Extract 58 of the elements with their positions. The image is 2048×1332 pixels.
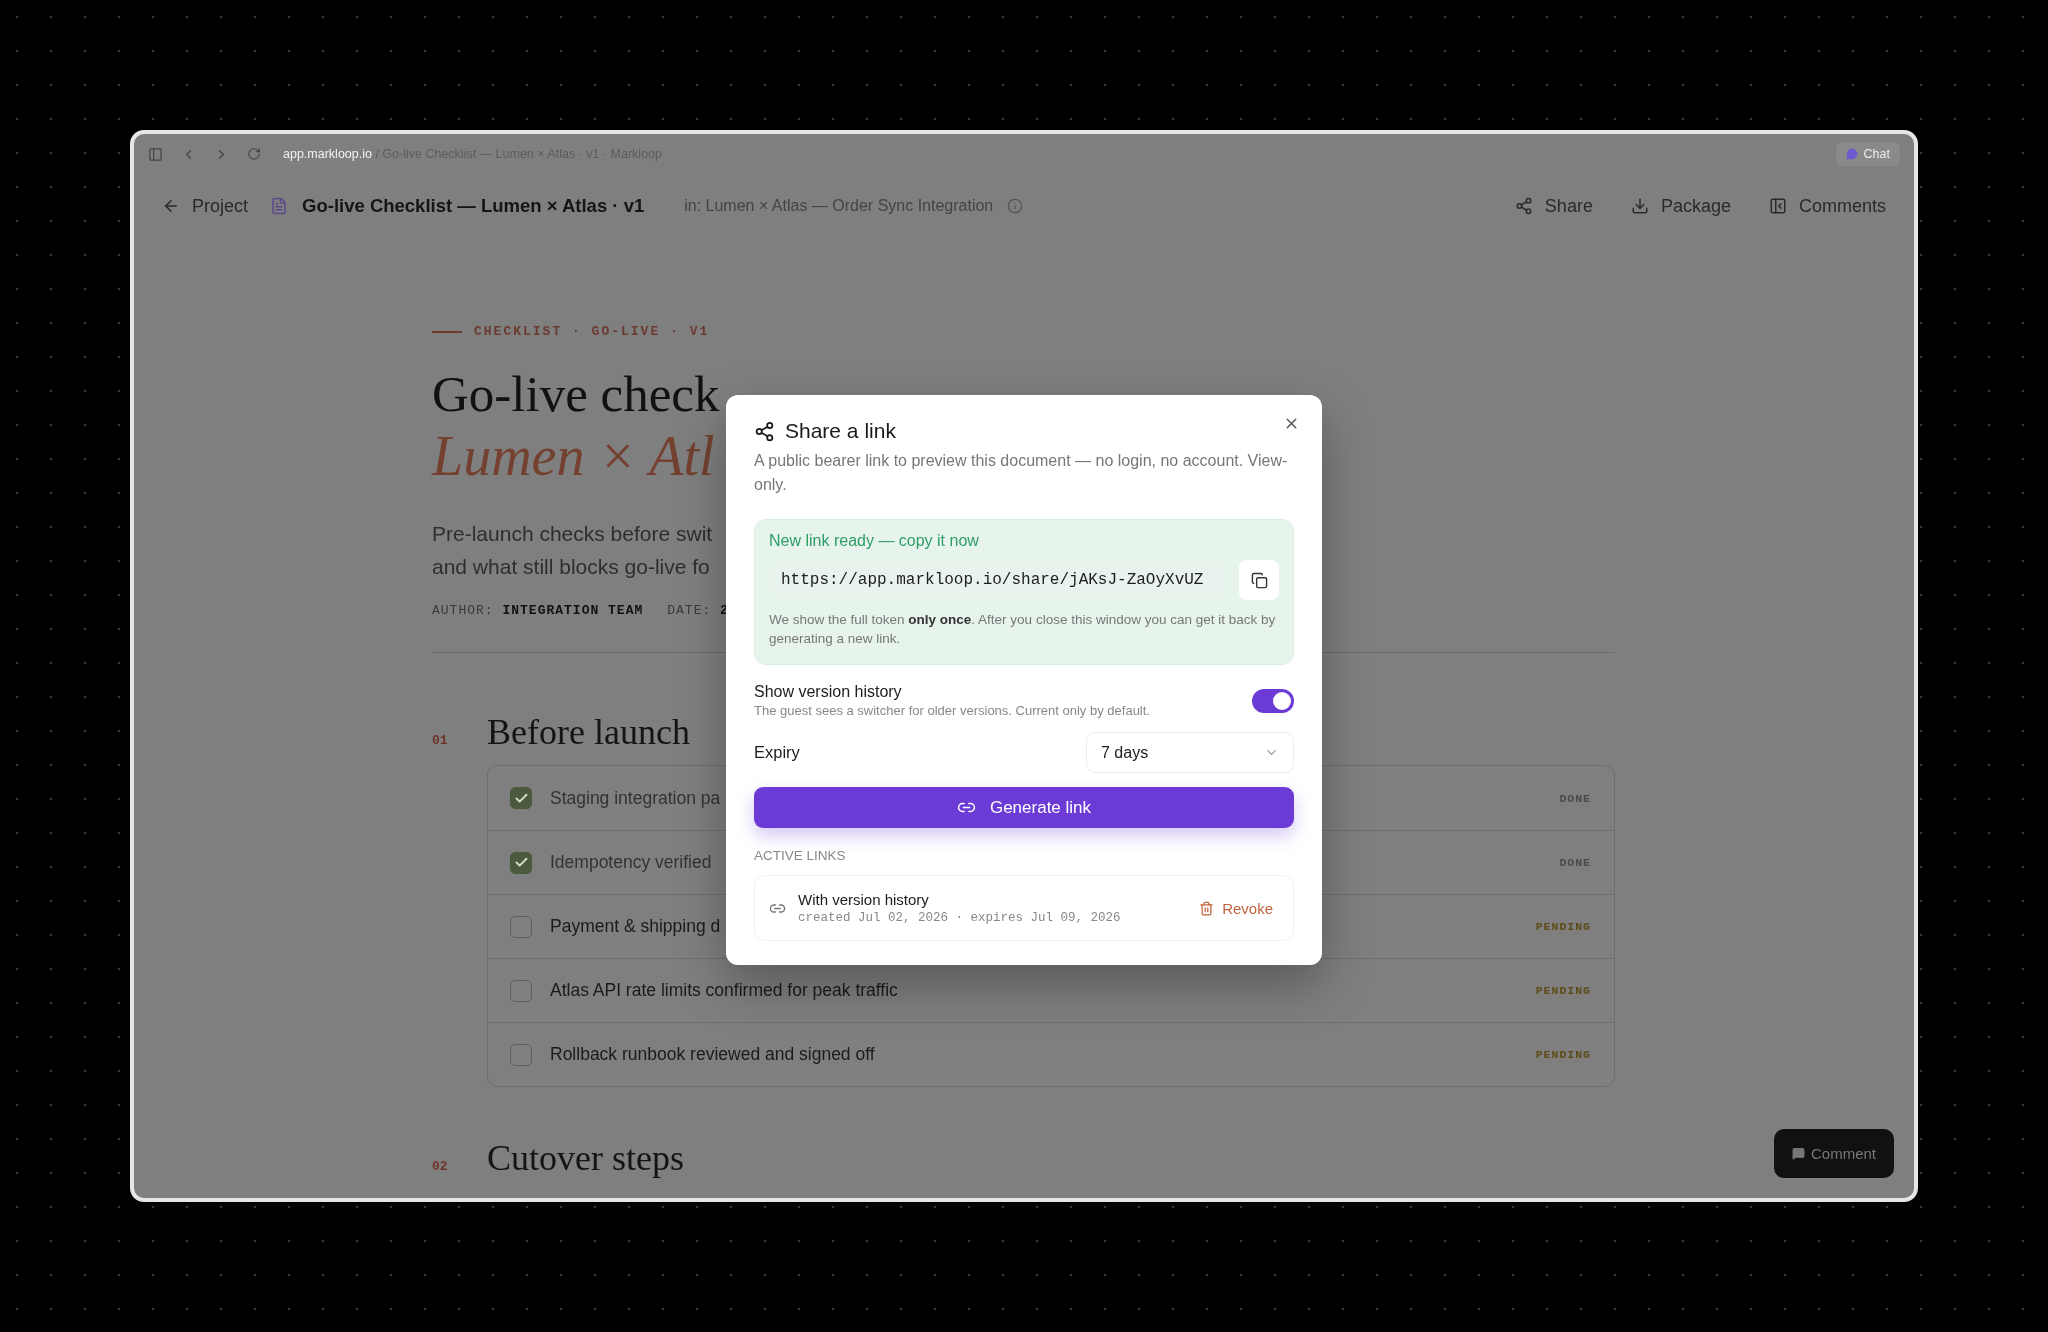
- version-history-toggle[interactable]: [1252, 688, 1294, 713]
- revoke-button[interactable]: Revoke: [1193, 898, 1279, 918]
- chat-icon: [1845, 148, 1858, 160]
- document-title: Go-live Checklist — Lumen × Atlas · v1: [302, 195, 645, 217]
- expiry-select[interactable]: 7 days: [1086, 732, 1294, 773]
- chat-button[interactable]: Chat: [1835, 142, 1900, 166]
- checklist-item: Rollback runbook reviewed and signed off: [550, 1044, 875, 1065]
- share-icon: [754, 420, 775, 442]
- checklist-item: Staging integration pa: [550, 787, 721, 809]
- notice-note: We show the full token only once. After you close this window you can get it back by generating a new link.: [769, 611, 1277, 648]
- header-action[interactable]: Package: [1622, 189, 1739, 223]
- meta-field: AUTHOR: INTEGRATION TEAM: [432, 603, 644, 618]
- setting-label: Show version history: [754, 683, 903, 701]
- link-dates: created Jul 02, 2026 · expires Jul 09, 2026: [798, 911, 1121, 925]
- checklist-item: Idempotency verified: [550, 852, 712, 873]
- trash-icon: [1199, 900, 1215, 916]
- comment-icon: [1791, 1147, 1805, 1160]
- notice-heading: New link ready — copy it now: [769, 532, 980, 550]
- document-heading: Go-live check: [432, 365, 720, 424]
- header-action[interactable]: Share: [1506, 189, 1601, 223]
- dialog-description: A public bearer link to preview this document — no login, no account. View-only.: [754, 451, 1289, 495]
- info-icon[interactable]: [1007, 198, 1024, 214]
- copy-icon: [1250, 571, 1268, 589]
- eyebrow-label: CHECKLIST · GO-LIVE · V1: [474, 324, 710, 339]
- section-label: ACTIVE LINKS: [754, 848, 847, 863]
- checklist-item: Payment & shipping d: [550, 916, 721, 937]
- document-description: Pre-launch checks before swit and what still blocks go-live fo: [432, 521, 713, 580]
- setting-hint: The guest sees a switcher for older versions. Current only by default.: [754, 703, 1150, 718]
- dialog-title: Share a link: [785, 419, 896, 443]
- reload-icon[interactable]: [247, 147, 261, 161]
- section-title: Cutover steps: [487, 1137, 684, 1179]
- header-action[interactable]: Comments: [1760, 189, 1894, 223]
- checklist-item: Atlas API rate limits confirmed for peak traffic: [550, 980, 898, 1001]
- checkbox[interactable]: [510, 851, 532, 874]
- section-number: 01: [432, 733, 449, 748]
- expiry-label: Expiry: [754, 743, 800, 762]
- download-icon: [1630, 197, 1649, 215]
- panel-icon: [1768, 197, 1787, 215]
- check-icon: [513, 855, 529, 870]
- sidebar-icon[interactable]: [148, 146, 163, 162]
- status-label: PENDING: [1535, 920, 1591, 933]
- copy-button[interactable]: [1239, 560, 1279, 600]
- section-number: 02: [432, 1159, 449, 1174]
- project-context: in: Lumen × Atlas — Order Sync Integration: [684, 197, 994, 215]
- generate-link-button[interactable]: Generate link: [754, 787, 1294, 828]
- back-button[interactable]: Project: [154, 189, 257, 223]
- comment-button[interactable]: Comment: [1773, 1129, 1894, 1178]
- checkbox[interactable]: [510, 915, 532, 938]
- document-icon: [270, 197, 289, 215]
- share-icon: [1514, 197, 1533, 215]
- link-title: With version history: [798, 891, 930, 908]
- document-subheading: Lumen × Atl: [432, 425, 715, 487]
- section-title: Before launch: [487, 711, 690, 753]
- status-label: PENDING: [1535, 1048, 1591, 1061]
- status-label: PENDING: [1535, 984, 1591, 997]
- checkbox[interactable]: [510, 979, 532, 1002]
- checkbox[interactable]: [510, 1043, 532, 1066]
- checkbox[interactable]: [510, 787, 532, 809]
